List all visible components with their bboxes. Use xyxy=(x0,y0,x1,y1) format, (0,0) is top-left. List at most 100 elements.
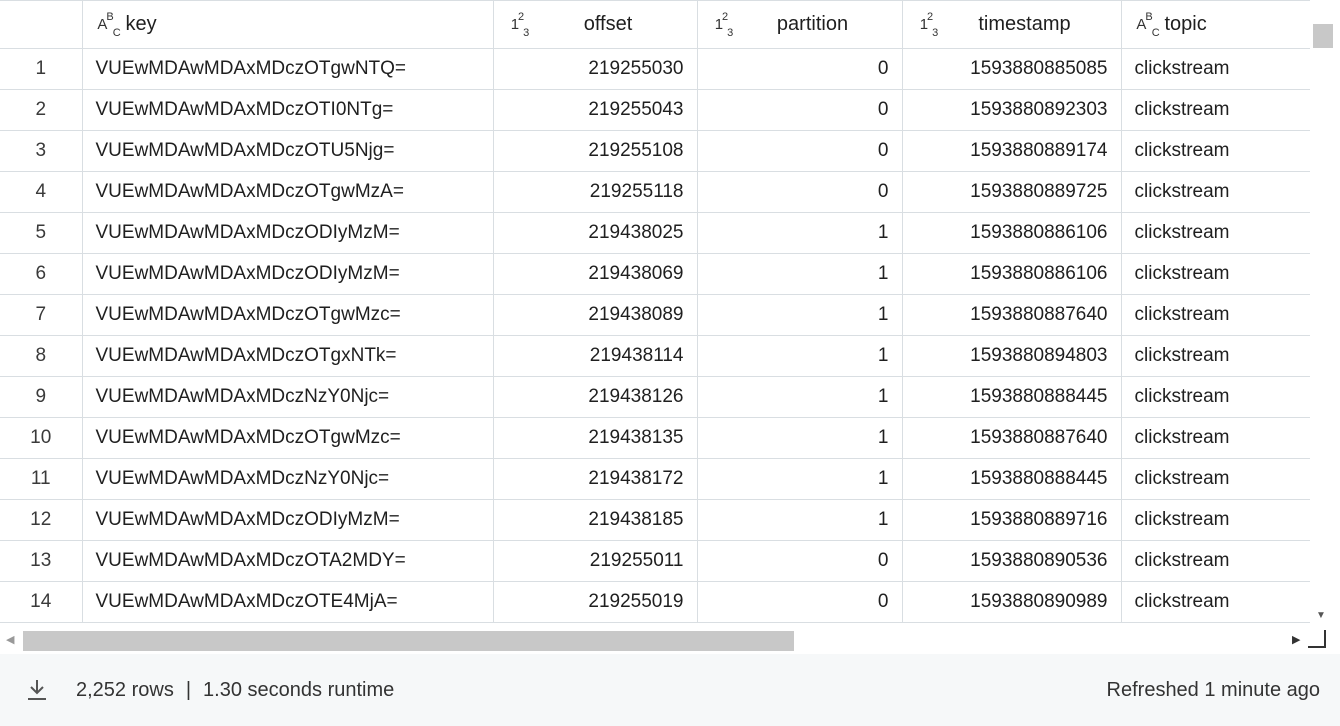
cell-topic[interactable]: clickstream xyxy=(1121,417,1310,459)
column-header-timestamp[interactable]: 123 timestamp xyxy=(902,1,1122,49)
cell-timestamp[interactable]: 1593880885085 xyxy=(902,48,1122,90)
header-row: ABC key 123 offset 123 partition 123 tim… xyxy=(0,1,1310,49)
cell-partition[interactable]: 1 xyxy=(697,294,903,336)
cell-timestamp[interactable]: 1593880888445 xyxy=(902,376,1122,418)
cell-key[interactable]: VUEwMDAwMDAxMDczODIyMzM= xyxy=(82,253,494,295)
cell-topic[interactable]: clickstream xyxy=(1121,499,1310,541)
cell-key[interactable]: VUEwMDAwMDAxMDczODIyMzM= xyxy=(82,212,494,254)
row-number: 5 xyxy=(0,212,83,254)
cell-partition[interactable]: 0 xyxy=(697,48,903,90)
cell-partition[interactable]: 0 xyxy=(697,171,903,213)
cell-key[interactable]: VUEwMDAwMDAxMDczOTI0NTg= xyxy=(82,89,494,131)
cell-topic[interactable]: clickstream xyxy=(1121,130,1310,172)
cell-key[interactable]: VUEwMDAwMDAxMDczOTgwMzA= xyxy=(82,171,494,213)
cell-timestamp[interactable]: 1593880889725 xyxy=(902,171,1122,213)
row-number: 7 xyxy=(0,294,83,336)
cell-topic[interactable]: clickstream xyxy=(1121,89,1310,131)
cell-topic[interactable]: clickstream xyxy=(1121,212,1310,254)
cell-topic[interactable]: clickstream xyxy=(1121,581,1310,623)
cell-key[interactable]: VUEwMDAwMDAxMDczOTgxNTk= xyxy=(82,335,494,377)
cell-partition[interactable]: 0 xyxy=(697,89,903,131)
cell-partition[interactable]: 1 xyxy=(697,458,903,500)
cell-key[interactable]: VUEwMDAwMDAxMDczOTgwMzc= xyxy=(82,417,494,459)
cell-partition[interactable]: 1 xyxy=(697,417,903,459)
vertical-scrollbar[interactable]: ▼ xyxy=(1310,0,1340,628)
cell-timestamp[interactable]: 1593880887640 xyxy=(902,417,1122,459)
cell-offset[interactable]: 219438069 xyxy=(493,253,698,295)
column-header-key[interactable]: ABC key xyxy=(82,1,494,49)
cell-key[interactable]: VUEwMDAwMDAxMDczOTgwMzc= xyxy=(82,294,494,336)
cell-offset[interactable]: 219255043 xyxy=(493,89,698,131)
cell-offset[interactable]: 219438126 xyxy=(493,376,698,418)
cell-topic[interactable]: clickstream xyxy=(1121,171,1310,213)
cell-topic[interactable]: clickstream xyxy=(1121,540,1310,582)
resize-handle-icon[interactable] xyxy=(1308,630,1326,648)
cell-offset[interactable]: 219255108 xyxy=(493,130,698,172)
scroll-left-arrow-icon[interactable]: ◀ xyxy=(6,633,14,646)
scroll-right-arrow-icon[interactable]: ▶ xyxy=(1292,633,1300,646)
cell-partition[interactable]: 1 xyxy=(697,212,903,254)
cell-partition[interactable]: 0 xyxy=(697,130,903,172)
table-row: 6 VUEwMDAwMDAxMDczODIyMzM= 219438069 1 15938… xyxy=(0,253,1310,295)
column-header-topic[interactable]: ABC topic xyxy=(1121,1,1310,49)
cell-partition[interactable]: 0 xyxy=(697,540,903,582)
cell-offset[interactable]: 219438135 xyxy=(493,417,698,459)
cell-topic[interactable]: clickstream xyxy=(1121,335,1310,377)
cell-timestamp[interactable]: 1593880894803 xyxy=(902,335,1122,377)
row-number: 1 xyxy=(0,48,83,90)
cell-topic[interactable]: clickstream xyxy=(1121,376,1310,418)
cell-timestamp[interactable]: 1593880892303 xyxy=(902,89,1122,131)
scroll-down-arrow-icon[interactable]: ▼ xyxy=(1316,610,1326,621)
cell-offset[interactable]: 219438185 xyxy=(493,499,698,541)
cell-timestamp[interactable]: 1593880890989 xyxy=(902,581,1122,623)
cell-offset[interactable]: 219255030 xyxy=(493,48,698,90)
row-number: 14 xyxy=(0,581,83,623)
cell-topic[interactable]: clickstream xyxy=(1121,458,1310,500)
cell-timestamp[interactable]: 1593880889174 xyxy=(902,130,1122,172)
cell-partition[interactable]: 1 xyxy=(697,376,903,418)
row-number: 9 xyxy=(0,376,83,418)
column-header-offset[interactable]: 123 offset xyxy=(493,1,698,49)
table-row: 1 VUEwMDAwMDAxMDczOTgwNTQ= 219255030 0 15938… xyxy=(0,48,1310,90)
cell-key[interactable]: VUEwMDAwMDAxMDczOTE4MjA= xyxy=(82,581,494,623)
cell-topic[interactable]: clickstream xyxy=(1121,48,1310,90)
cell-timestamp[interactable]: 1593880887640 xyxy=(902,294,1122,336)
row-number: 13 xyxy=(0,540,83,582)
row-number: 3 xyxy=(0,130,83,172)
cell-key[interactable]: VUEwMDAwMDAxMDczODIyMzM= xyxy=(82,499,494,541)
download-icon[interactable] xyxy=(24,677,50,703)
cell-key[interactable]: VUEwMDAwMDAxMDczNzY0Njc= xyxy=(82,458,494,500)
cell-key[interactable]: VUEwMDAwMDAxMDczOTA2MDY= xyxy=(82,540,494,582)
cell-offset[interactable]: 219438025 xyxy=(493,212,698,254)
cell-topic[interactable]: clickstream xyxy=(1121,294,1310,336)
row-number: 10 xyxy=(0,417,83,459)
cell-timestamp[interactable]: 1593880890536 xyxy=(902,540,1122,582)
cell-timestamp[interactable]: 1593880888445 xyxy=(902,458,1122,500)
cell-offset[interactable]: 219255118 xyxy=(493,171,698,213)
cell-offset[interactable]: 219255019 xyxy=(493,581,698,623)
cell-offset[interactable]: 219255011 xyxy=(493,540,698,582)
cell-offset[interactable]: 219438089 xyxy=(493,294,698,336)
row-number: 11 xyxy=(0,458,83,500)
cell-partition[interactable]: 1 xyxy=(697,253,903,295)
cell-partition[interactable]: 0 xyxy=(697,581,903,623)
horizontal-scroll-thumb[interactable] xyxy=(23,631,794,651)
cell-timestamp[interactable]: 1593880886106 xyxy=(902,212,1122,254)
cell-key[interactable]: VUEwMDAwMDAxMDczOTgwNTQ= xyxy=(82,48,494,90)
column-header-partition[interactable]: 123 partition xyxy=(697,1,903,49)
vertical-scroll-thumb[interactable] xyxy=(1313,24,1333,48)
cell-offset[interactable]: 219438172 xyxy=(493,458,698,500)
cell-timestamp[interactable]: 1593880886106 xyxy=(902,253,1122,295)
cell-timestamp[interactable]: 1593880889716 xyxy=(902,499,1122,541)
footer-separator: | xyxy=(185,678,192,701)
cell-key[interactable]: VUEwMDAwMDAxMDczNzY0Njc= xyxy=(82,376,494,418)
cell-partition[interactable]: 1 xyxy=(697,499,903,541)
cell-offset[interactable]: 219438114 xyxy=(493,335,698,377)
row-number: 4 xyxy=(0,171,83,213)
column-header-label: partition xyxy=(776,13,849,35)
horizontal-scrollbar[interactable]: ◀ ▶ xyxy=(0,628,1310,654)
table-row: 4 VUEwMDAwMDAxMDczOTgwMzA= 219255118 0 15938… xyxy=(0,171,1310,213)
cell-key[interactable]: VUEwMDAwMDAxMDczOTU5Njg= xyxy=(82,130,494,172)
cell-partition[interactable]: 1 xyxy=(697,335,903,377)
cell-topic[interactable]: clickstream xyxy=(1121,253,1310,295)
